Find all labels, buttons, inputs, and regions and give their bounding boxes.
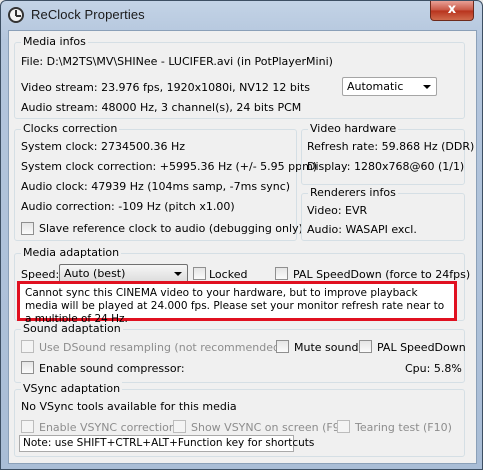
audio-clock: Audio clock: 47939 Hz (104ms samp, -7ms … bbox=[21, 180, 291, 193]
locked-label: Locked bbox=[209, 268, 248, 281]
pal-speeddown-force-label: PAL SpeedDown (force to 24fps) bbox=[293, 268, 471, 281]
pal-speeddown-force-checkbox[interactable] bbox=[275, 267, 288, 280]
enable-vsync-checkbox[interactable] bbox=[21, 420, 34, 433]
sound-compressor-label: Enable sound compressor: bbox=[39, 362, 185, 375]
video-hardware-group: Video hardware bbox=[301, 122, 465, 185]
clock-icon bbox=[8, 7, 24, 23]
enable-vsync-label: Enable VSYNC correction bbox=[39, 421, 176, 434]
renderers-infos-legend: Renderers infos bbox=[308, 186, 398, 199]
video-stream-info: Video stream: 23.976 fps, 1920x1080i, NV… bbox=[21, 81, 311, 94]
vsync-adaptation-legend: VSync adaptation bbox=[21, 382, 123, 395]
audio-correction: Audio correction: -109 Hz (pitch x1.00) bbox=[21, 200, 235, 213]
display-mode: Display: 1280x768@60 (1/1) bbox=[307, 160, 465, 173]
media-infos-legend: Media infos bbox=[21, 35, 88, 48]
system-clock: System clock: 2734500.36 Hz bbox=[21, 140, 185, 153]
pal-speeddown-sound-checkbox[interactable] bbox=[359, 340, 372, 353]
sync-warning-box: Cannot sync this CINEMA video to your ha… bbox=[17, 281, 457, 325]
file-info: File: D:\M2TS\MV\SHINee - LUCIFER.avi (i… bbox=[21, 55, 333, 68]
shortcut-note-text: Note: use SHIFT+CTRL+ALT+Function key fo… bbox=[23, 437, 315, 449]
mute-sound-checkbox[interactable] bbox=[276, 340, 289, 353]
close-button[interactable]: x bbox=[430, 1, 474, 21]
reclock-properties-window: ReClock Properties x Media infos File: D… bbox=[0, 0, 483, 470]
audio-stream-info: Audio stream: 48000 Hz, 3 channel(s), 24… bbox=[21, 101, 302, 114]
tearing-test-label: Tearing test (F10) bbox=[355, 421, 452, 434]
dsound-resampling-label: Use DSound resampling (not recommended) bbox=[39, 341, 285, 354]
dialog-body: Media infos File: D:\M2TS\MV\SHINee - LU… bbox=[8, 30, 477, 464]
title-bar[interactable]: ReClock Properties x bbox=[1, 1, 482, 31]
mode-select[interactable]: Automatic bbox=[342, 77, 437, 96]
slave-reference-checkbox[interactable] bbox=[21, 222, 34, 235]
clocks-correction-legend: Clocks correction bbox=[21, 122, 120, 135]
shortcut-note: Note: use SHIFT+CTRL+ALT+Function key fo… bbox=[19, 435, 314, 452]
video-renderer: Video: EVR bbox=[307, 204, 368, 217]
window-title: ReClock Properties bbox=[31, 7, 145, 22]
chevron-down-icon bbox=[174, 272, 182, 276]
mute-sound-label: Mute sound bbox=[294, 341, 359, 354]
sound-compressor-checkbox[interactable] bbox=[21, 361, 34, 374]
audio-renderer: Audio: WASAPI excl. bbox=[307, 223, 417, 236]
sound-adaptation-legend: Sound adaptation bbox=[21, 322, 123, 335]
chevron-down-icon bbox=[423, 85, 431, 89]
slave-reference-label: Slave reference clock to audio (debuggin… bbox=[39, 222, 303, 235]
show-vsync-label: Show VSYNC on screen (F9) bbox=[191, 421, 344, 434]
system-clock-correction: System clock correction: +5995.36 Hz (+/… bbox=[21, 160, 318, 173]
tearing-test-checkbox[interactable] bbox=[337, 420, 350, 433]
refresh-rate: Refresh rate: 59.868 Hz (DDR) bbox=[307, 140, 475, 153]
pal-speeddown-sound-label: PAL SpeedDown bbox=[377, 341, 466, 354]
mode-select-value: Automatic bbox=[347, 80, 404, 93]
show-vsync-checkbox[interactable] bbox=[173, 420, 186, 433]
speed-select-value: Auto (best) bbox=[64, 267, 126, 280]
vsync-status: No VSync tools available for this media bbox=[21, 400, 237, 413]
video-hardware-legend: Video hardware bbox=[308, 122, 399, 135]
locked-checkbox[interactable] bbox=[193, 267, 206, 280]
sync-warning-text: Cannot sync this CINEMA video to your ha… bbox=[25, 287, 445, 325]
media-adaptation-legend: Media adaptation bbox=[21, 246, 122, 259]
dsound-resampling-checkbox[interactable] bbox=[21, 340, 34, 353]
cpu-usage: Cpu: 5.8% bbox=[405, 362, 462, 375]
speed-label: Speed: bbox=[21, 268, 60, 281]
